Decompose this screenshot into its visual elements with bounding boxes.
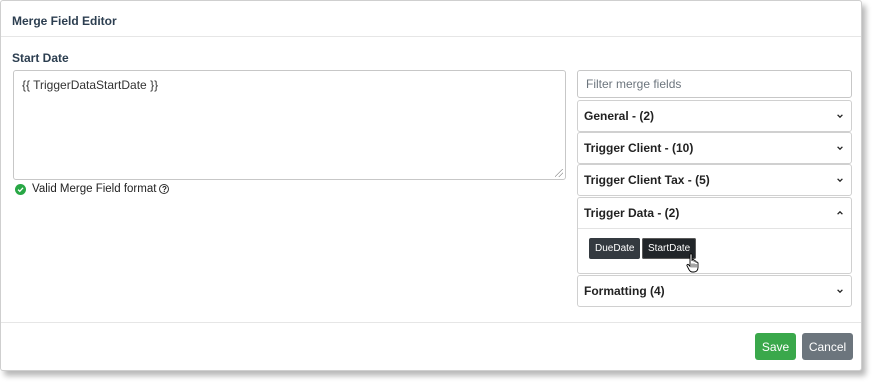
hand-pointer-cursor (686, 253, 699, 273)
merge-field-chip-duedate[interactable]: DueDate (589, 238, 641, 259)
dialog-title: Merge Field Editor (12, 14, 117, 28)
group-general[interactable]: General - (2) (577, 100, 852, 132)
group-trigger-client[interactable]: Trigger Client - (10) (577, 132, 852, 164)
group-header[interactable]: Trigger Client - (10) (578, 133, 851, 163)
field-label: Start Date (12, 51, 69, 65)
save-button[interactable]: Save (755, 333, 796, 360)
merge-field-textarea[interactable]: {{ TriggerDataStartDate }} (13, 70, 566, 180)
group-label: Trigger Data - (2) (584, 206, 680, 220)
chevron-down-icon (837, 114, 843, 119)
group-label: Trigger Client - (10) (584, 141, 694, 155)
resize-grip-icon[interactable] (555, 169, 563, 177)
group-header[interactable]: Trigger Client Tax - (5) (578, 165, 851, 195)
filter-merge-fields-input[interactable] (577, 70, 852, 98)
group-label: General - (2) (584, 109, 655, 123)
validation-status: Valid Merge Field format ? (15, 182, 170, 196)
question-circle-icon[interactable]: ? (159, 184, 170, 194)
cancel-button[interactable]: Cancel (802, 333, 853, 360)
group-header[interactable]: Formatting (4) (578, 276, 851, 306)
chevron-down-icon (837, 178, 843, 183)
check-circle-icon (15, 183, 26, 195)
chevron-down-icon (837, 289, 843, 294)
group-trigger-data[interactable]: Trigger Data - (2) DueDate StartDate (577, 197, 852, 274)
group-body: DueDate StartDate (578, 228, 851, 273)
group-label: Formatting (4) (584, 284, 665, 298)
merge-field-value: {{ TriggerDataStartDate }} (22, 78, 159, 92)
dialog-header: Merge Field Editor (1, 1, 861, 37)
group-formatting[interactable]: Formatting (4) (577, 275, 852, 307)
merge-field-editor-dialog: Merge Field Editor Start Date {{ Trigger… (0, 0, 862, 371)
group-label: Trigger Client Tax - (5) (584, 173, 710, 187)
dialog-footer-divider (1, 322, 861, 323)
group-header[interactable]: Trigger Data - (2) (578, 198, 851, 228)
validation-text: Valid Merge Field format (32, 183, 157, 195)
group-header[interactable]: General - (2) (578, 101, 851, 131)
chevron-up-icon (837, 210, 843, 215)
group-trigger-client-tax[interactable]: Trigger Client Tax - (5) (577, 164, 852, 196)
chevron-down-icon (837, 146, 843, 151)
